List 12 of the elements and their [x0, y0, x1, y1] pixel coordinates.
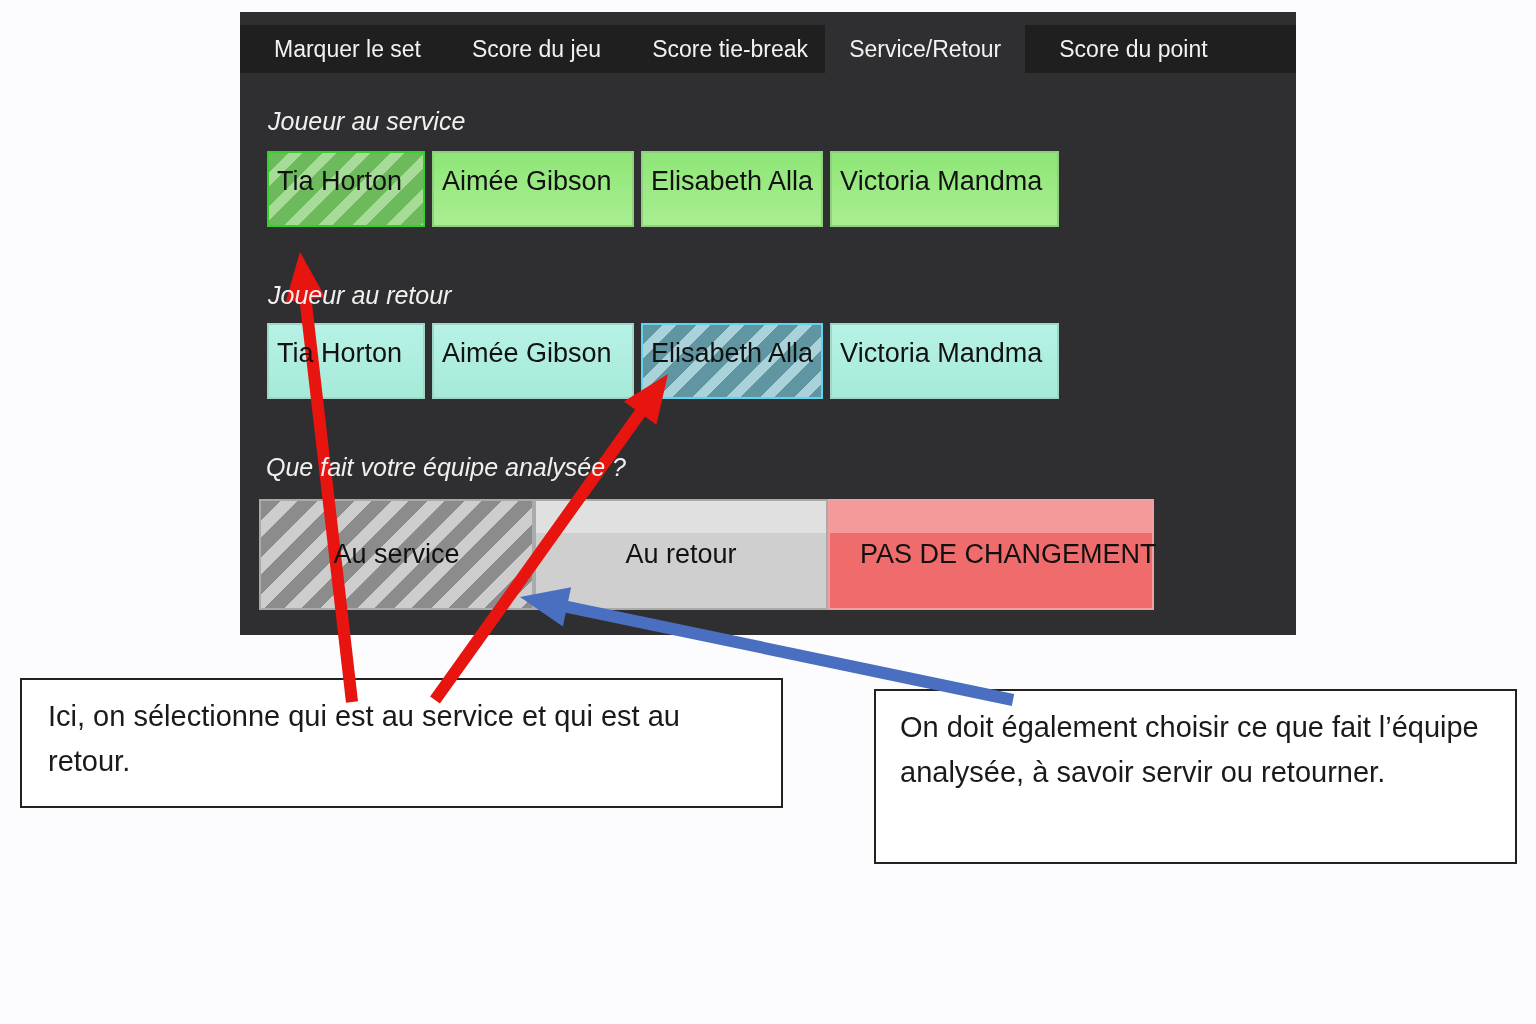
player-button[interactable]: Aimée Gibson — [432, 150, 634, 227]
tab[interactable]: Service/Retour — [825, 25, 1026, 73]
player-button[interactable]: Elisabeth Alla — [641, 323, 824, 399]
player-button[interactable]: Victoria Mandma — [830, 323, 1060, 399]
callout-text: Ici, on sélectionne qui est au service et qui est au retour. — [20, 678, 783, 808]
section-label: Joueur au service — [268, 106, 466, 137]
player-button[interactable]: Victoria Mandma — [830, 150, 1060, 227]
player-button[interactable]: Aimée Gibson — [432, 323, 634, 399]
player-button[interactable]: Tia Horton — [267, 150, 425, 227]
option-button[interactable]: Au retour — [534, 498, 828, 610]
callout-text: On doit également choisir ce que fait l’équipe analysée, à savoir servir ou retourner. — [874, 689, 1517, 864]
player-button[interactable]: Elisabeth Alla — [641, 150, 824, 227]
